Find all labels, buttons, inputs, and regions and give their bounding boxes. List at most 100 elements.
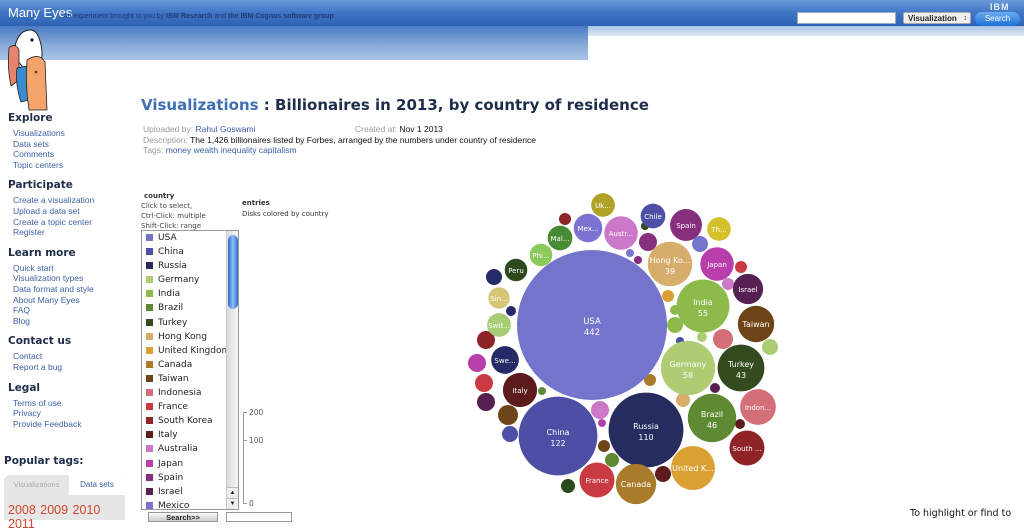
- bubble-spain[interactable]: Spain: [670, 209, 702, 241]
- bubble-swit[interactable]: Swit...: [487, 313, 511, 337]
- small-bubble[interactable]: [655, 466, 671, 482]
- sidebar-link-quick-start[interactable]: Quick start: [13, 263, 130, 274]
- small-bubble[interactable]: [559, 213, 571, 225]
- bubble-hongko[interactable]: Hong Ko... 39: [647, 241, 693, 287]
- bubble-taiwan[interactable]: Taiwan: [737, 305, 775, 343]
- country-list-item[interactable]: China: [142, 245, 238, 259]
- sidebar-link-faq[interactable]: FAQ: [13, 305, 130, 316]
- tag-cloud[interactable]: 2008 2009 2010 2011: [8, 503, 125, 531]
- country-listbox[interactable]: USA China Russia Germany India Brazil Turkey Ho…: [141, 230, 239, 510]
- small-bubble[interactable]: [498, 405, 518, 425]
- small-bubble[interactable]: [486, 269, 502, 285]
- small-bubble[interactable]: [762, 339, 778, 355]
- country-list-item[interactable]: South Korea: [142, 414, 238, 428]
- bubble-sin[interactable]: Sin...: [488, 287, 510, 309]
- country-list-item[interactable]: India: [142, 287, 238, 301]
- bubble-south[interactable]: South ...: [729, 430, 765, 466]
- bubble-austr[interactable]: Austr...: [604, 216, 638, 250]
- sidebar-link-data-sets[interactable]: Data sets: [13, 139, 130, 150]
- bubble-mal[interactable]: Mal...: [547, 225, 573, 251]
- listbox-scrollbar[interactable]: ▲ ▼: [226, 231, 238, 509]
- bubble-phi[interactable]: Phi...: [529, 243, 553, 267]
- small-bubble[interactable]: [662, 290, 674, 302]
- sidebar-link-blog[interactable]: Blog: [13, 316, 130, 327]
- sidebar-link-create-topic-center[interactable]: Create a topic center: [13, 217, 130, 228]
- small-bubble[interactable]: [735, 419, 745, 429]
- search-type-select[interactable]: Visualization ↕: [903, 12, 971, 24]
- country-list-item[interactable]: Taiwan: [142, 372, 238, 386]
- site-search-button[interactable]: Search: [975, 12, 1020, 26]
- tag-link[interactable]: wealth: [194, 145, 219, 155]
- bubble-germany[interactable]: Germany 58: [660, 340, 716, 396]
- small-bubble[interactable]: [598, 440, 610, 452]
- sidebar-link-create-visualization[interactable]: Create a visualization: [13, 195, 130, 206]
- country-list-item[interactable]: Brazil: [142, 301, 238, 315]
- sidebar-link-about[interactable]: About Many Eyes: [13, 295, 130, 306]
- small-bubble[interactable]: [468, 354, 486, 372]
- bubble-uk[interactable]: Uk...: [591, 193, 615, 217]
- bubble-canada[interactable]: Canada: [615, 463, 657, 505]
- bubble-swe[interactable]: Swe...: [491, 346, 519, 374]
- bubble-china[interactable]: China 122: [518, 396, 598, 476]
- sidebar-link-register[interactable]: Register: [13, 227, 130, 238]
- tag-link[interactable]: inequality: [221, 145, 257, 155]
- tag-link[interactable]: money: [166, 145, 192, 155]
- bubble-mex[interactable]: Mex...: [573, 213, 603, 243]
- country-list-item[interactable]: Italy: [142, 428, 238, 442]
- sidebar-link-comments[interactable]: Comments: [13, 149, 130, 160]
- uploader-link[interactable]: Rahul Goswami: [195, 124, 255, 134]
- bubble-france[interactable]: France: [579, 462, 615, 498]
- sidebar-link-visualization-types[interactable]: Visualization types: [13, 273, 130, 284]
- small-bubble[interactable]: [502, 426, 518, 442]
- country-list-item[interactable]: USA: [142, 231, 238, 245]
- breadcrumb-visualizations[interactable]: Visualizations: [141, 96, 259, 114]
- tab-visualizations[interactable]: Visualizations: [4, 475, 69, 495]
- bubble-japan[interactable]: Japan: [700, 247, 734, 281]
- find-search-input[interactable]: [226, 512, 292, 522]
- bubble-russia[interactable]: Russia 110: [608, 392, 684, 468]
- bubble-peru[interactable]: Peru: [504, 258, 528, 282]
- bubble-th[interactable]: Th...: [707, 217, 731, 241]
- tag-link[interactable]: capitalism: [259, 145, 297, 155]
- small-bubble[interactable]: [697, 332, 707, 342]
- sidebar-link-upload-data-set[interactable]: Upload a data set: [13, 206, 130, 217]
- bubble-chile[interactable]: Chile: [640, 203, 666, 229]
- sidebar-link-visualizations[interactable]: Visualizations: [13, 128, 130, 139]
- small-bubble[interactable]: [475, 374, 493, 392]
- country-list-item[interactable]: Indonesia: [142, 386, 238, 400]
- bubble-brazil[interactable]: Brazil 46: [687, 393, 737, 443]
- country-list-item[interactable]: Turkey: [142, 316, 238, 330]
- small-bubble[interactable]: [722, 278, 734, 290]
- sidebar-link-report-bug[interactable]: Report a bug: [13, 362, 130, 373]
- bubble-usa[interactable]: USA442: [517, 250, 667, 400]
- country-list-item[interactable]: Japan: [142, 457, 238, 471]
- sidebar-link-terms[interactable]: Terms of use: [13, 398, 130, 409]
- country-list-item[interactable]: Germany: [142, 273, 238, 287]
- bubble-italy[interactable]: Italy: [502, 372, 538, 408]
- small-bubble[interactable]: [605, 453, 619, 467]
- site-search-input[interactable]: [797, 12, 896, 24]
- small-bubble[interactable]: [506, 306, 516, 316]
- sidebar-link-privacy[interactable]: Privacy: [13, 408, 130, 419]
- bubble-indon[interactable]: Indon...: [740, 389, 776, 425]
- sidebar-link-contact[interactable]: Contact: [13, 351, 130, 362]
- country-list-item[interactable]: Canada: [142, 358, 238, 372]
- scroll-up-icon[interactable]: ▲: [227, 487, 238, 497]
- sidebar-link-feedback[interactable]: Provide Feedback: [13, 419, 130, 430]
- small-bubble[interactable]: [735, 261, 747, 273]
- sidebar-link-topic-centers[interactable]: Topic centers: [13, 160, 130, 171]
- small-bubble[interactable]: [634, 256, 642, 264]
- bubble-unitedk[interactable]: United K...: [671, 446, 715, 490]
- small-bubble[interactable]: [477, 393, 495, 411]
- scrollbar-thumb[interactable]: [228, 235, 238, 309]
- country-list-item[interactable]: Mexico: [142, 499, 238, 509]
- sidebar-link-data-format[interactable]: Data format and style: [13, 284, 130, 295]
- country-list-item[interactable]: Australia: [142, 442, 238, 456]
- scroll-down-icon[interactable]: ▼: [227, 498, 238, 508]
- bubble-israel[interactable]: Israel: [732, 273, 764, 305]
- small-bubble[interactable]: [598, 419, 606, 427]
- bubble-turkey[interactable]: Turkey 43: [717, 344, 765, 392]
- bubble-india[interactable]: India 55: [676, 279, 730, 333]
- country-list-item[interactable]: Spain: [142, 471, 238, 485]
- small-bubble[interactable]: [538, 387, 546, 395]
